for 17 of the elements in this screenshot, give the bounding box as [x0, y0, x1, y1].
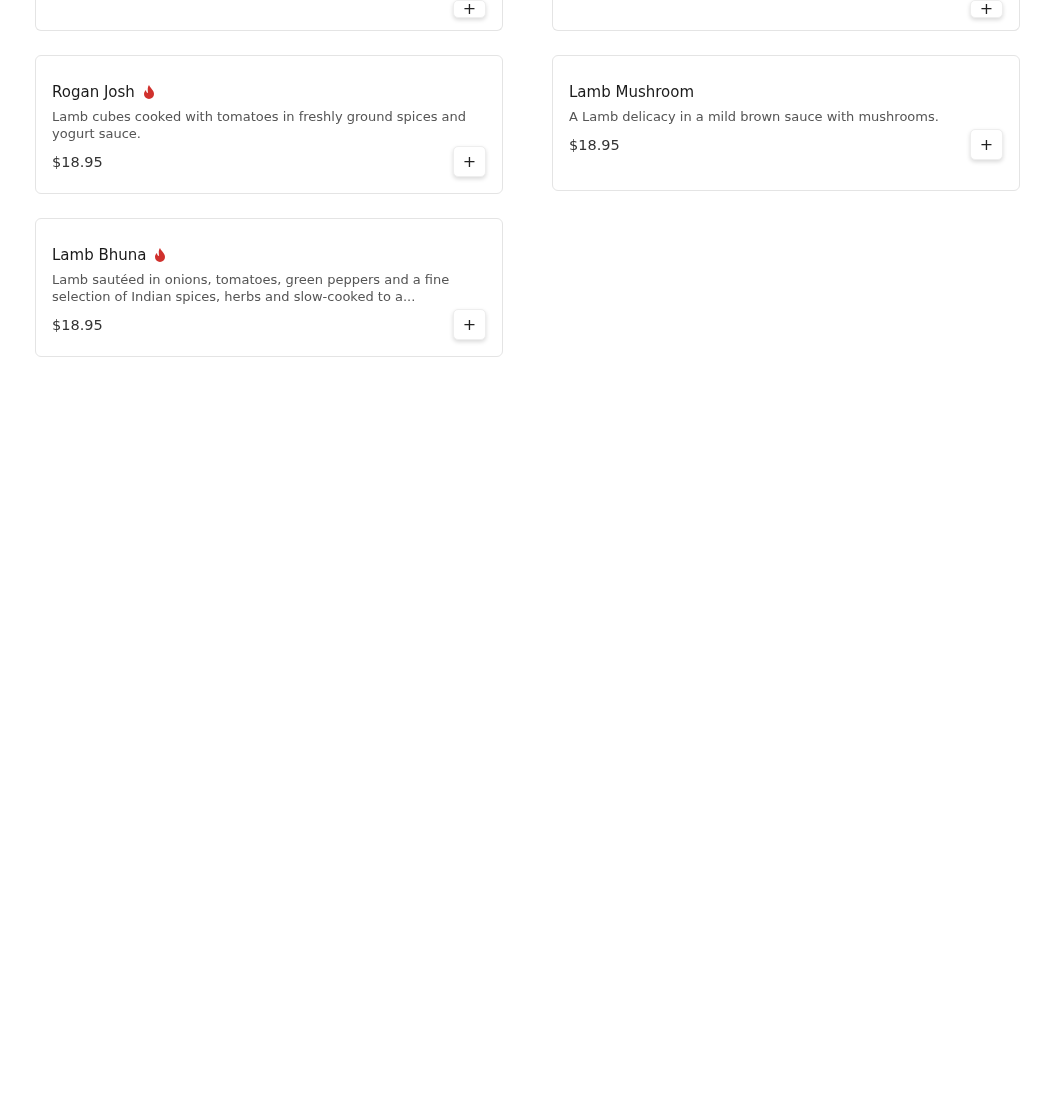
dish-name: Lamb Bhuna [52, 246, 147, 264]
add-button[interactable]: + [453, 309, 486, 340]
add-button[interactable]: + [453, 0, 486, 18]
dish-name: Lamb Mushroom [569, 83, 695, 101]
menu-card[interactable]: Rogan Josh Lamb cubes cooked with tomatoes in freshly ground spices and yogurt sauce. $18.95 + [35, 55, 503, 194]
dish-description: A Lamb delicacy in a mild brown sauce with mushrooms. [569, 108, 940, 125]
dish-price: $18.95 [52, 153, 103, 170]
dish-description: Lamb sautéed in onions, tomatoes, green peppers and a fine selection of Indian spices, herbs and slow-cooked to a... [52, 271, 451, 305]
menu-card[interactable]: Lamb Mushroom A Lamb delicacy in a mild brown sauce with mushrooms. $18.95 + [552, 55, 1020, 191]
dish-price: $18.95 [569, 136, 620, 153]
add-button[interactable]: + [453, 146, 486, 177]
add-button[interactable]: + [970, 129, 1003, 160]
dish-description: Lamb cubes cooked with tomatoes in freshly ground spices and yogurt sauce. [52, 108, 467, 142]
dish-name: Rogan Josh [52, 83, 135, 101]
dish-price: $18.95 [52, 316, 103, 333]
menu-card[interactable]: Lamb Bhuna Lamb sautéed in onions, tomatoes, green peppers and a fine selection of Indian spices, herbs and slow-cooked to a... $18.95 + [35, 218, 503, 357]
add-button[interactable]: + [970, 0, 1003, 18]
